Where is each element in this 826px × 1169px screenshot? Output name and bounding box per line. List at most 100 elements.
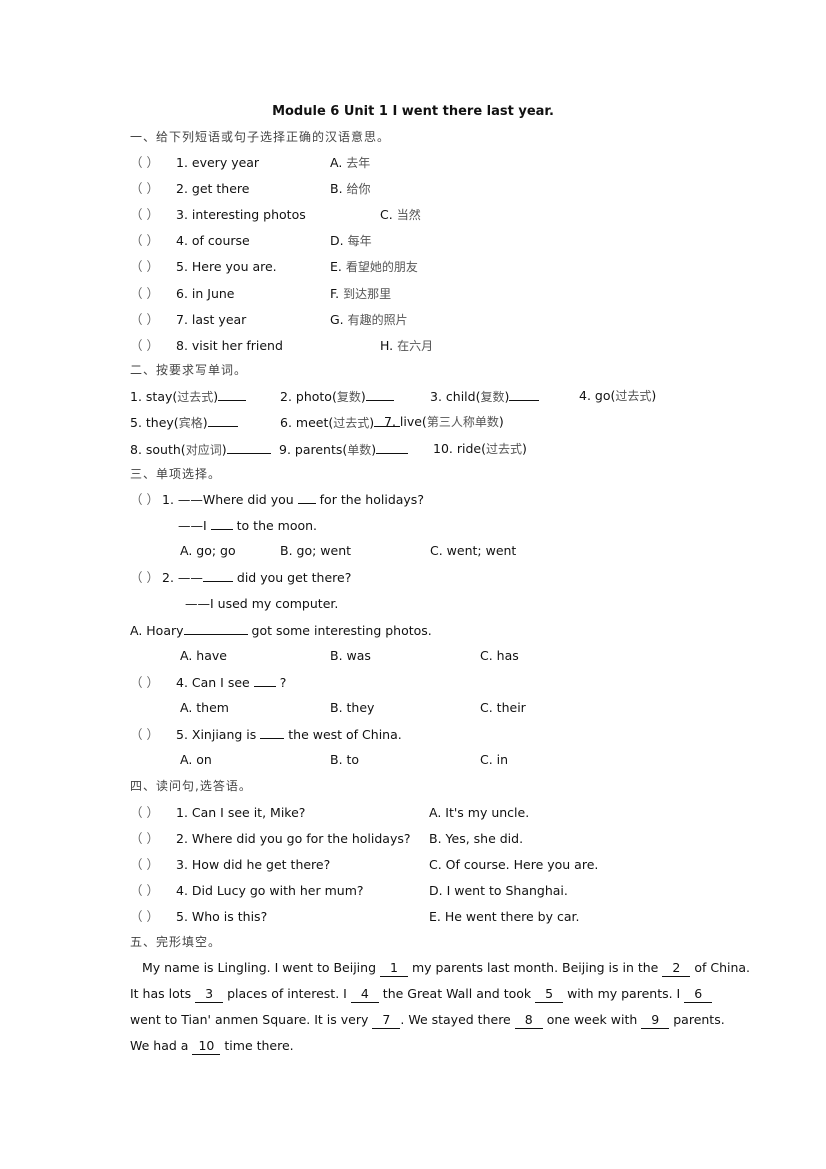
response-text: ——I bbox=[178, 518, 207, 533]
cloze-blank[interactable]: 10 bbox=[192, 1038, 221, 1055]
answer-blank[interactable] bbox=[365, 388, 394, 401]
requirement: 第三人称单数 bbox=[426, 415, 499, 429]
answer-blank[interactable] bbox=[253, 674, 276, 687]
cloze-text: with my parents. I bbox=[563, 986, 685, 1001]
cloze-blank[interactable]: 9 bbox=[641, 1012, 670, 1029]
s3-q5-option-a: A. on bbox=[180, 752, 212, 767]
answer-paren[interactable]: （ ） bbox=[130, 857, 176, 873]
word: 3. child( bbox=[430, 389, 481, 404]
requirement: 复数 bbox=[336, 390, 361, 404]
s2-item-5: 5. they(宾格) bbox=[130, 414, 238, 431]
s1-item-6: （ ） 6. in June bbox=[130, 286, 235, 302]
answer-paren[interactable]: （ ） bbox=[130, 727, 176, 743]
s4-answer-a: A. It's my uncle. bbox=[429, 805, 530, 820]
answer-paren[interactable]: （ ） bbox=[130, 155, 176, 171]
question-text: 2. —— bbox=[162, 570, 203, 585]
answer-paren[interactable]: （ ） bbox=[130, 233, 176, 249]
s3-q4-option-c: C. their bbox=[480, 700, 526, 715]
cloze-line-1: My name is Lingling. I went to Beijing 1… bbox=[142, 960, 750, 977]
s3-q1-response: ——I to the moon. bbox=[178, 517, 317, 534]
answer-paren[interactable]: （ ） bbox=[130, 883, 176, 899]
s1-option-h: H. 在六月 bbox=[380, 338, 433, 354]
close-paren: ) bbox=[498, 414, 504, 429]
s3-q5: （ ） 5. Xinjiang is the west of China. bbox=[130, 726, 402, 743]
s1-option-d: D. 每年 bbox=[330, 233, 372, 249]
cloze-text: one week with bbox=[542, 1012, 642, 1027]
question-text: 5. Who is this? bbox=[176, 909, 268, 924]
requirement: 复数 bbox=[480, 390, 505, 404]
cloze-text: parents. bbox=[669, 1012, 725, 1027]
answer-paren[interactable]: （ ） bbox=[130, 259, 176, 275]
answer-blank[interactable] bbox=[226, 441, 271, 454]
answer-paren[interactable]: （ ） bbox=[130, 675, 176, 691]
s1-option-g: G. 有趣的照片 bbox=[330, 312, 408, 328]
cloze-blank[interactable]: 7 bbox=[372, 1012, 401, 1029]
cloze-blank[interactable]: 5 bbox=[535, 986, 564, 1003]
s1-item-8: （ ） 8. visit her friend bbox=[130, 338, 283, 354]
question-text: got some interesting photos. bbox=[251, 623, 432, 638]
question-text: A. Hoary bbox=[130, 623, 184, 638]
answer-blank[interactable] bbox=[376, 441, 409, 454]
cloze-text: the Great Wall and took bbox=[378, 986, 536, 1001]
answer-paren[interactable]: （ ） bbox=[130, 312, 176, 328]
s4-item-3: （ ） 3. How did he get there? bbox=[130, 857, 330, 873]
s2-item-1: 1. stay(过去式) bbox=[130, 388, 247, 405]
answer-blank[interactable] bbox=[260, 726, 285, 739]
s4-answer-d: D. I went to Shanghai. bbox=[429, 883, 568, 898]
cloze-blank[interactable]: 1 bbox=[380, 960, 408, 977]
cloze-blank[interactable]: 6 bbox=[684, 986, 713, 1003]
question-text: 5. Xinjiang is bbox=[176, 727, 257, 742]
answer-paren[interactable]: （ ） bbox=[130, 805, 176, 821]
cloze-blank[interactable]: 2 bbox=[662, 960, 691, 977]
answer-paren[interactable]: （ ） bbox=[130, 492, 162, 508]
s3-q2: （ ） 2. —— did you get there? bbox=[130, 569, 351, 586]
s2-item-9: 9. parents(单数) bbox=[279, 441, 409, 458]
question-text: 1. ——Where did you bbox=[162, 492, 294, 507]
cloze-blank[interactable]: 3 bbox=[195, 986, 224, 1003]
s1-option-c: C. 当然 bbox=[380, 207, 421, 223]
option-text: 给你 bbox=[346, 182, 371, 196]
answer-paren[interactable]: （ ） bbox=[130, 570, 162, 586]
question-text: 1. Can I see it, Mike? bbox=[176, 805, 306, 820]
answer-paren[interactable]: （ ） bbox=[130, 286, 176, 302]
s1-question: 1. every year bbox=[176, 155, 260, 170]
s3-q1: （ ） 1. ——Where did you for the holidays? bbox=[130, 491, 424, 508]
worksheet-page: Module 6 Unit 1 I went there last year. … bbox=[0, 0, 826, 1169]
answer-blank[interactable] bbox=[207, 414, 238, 427]
cloze-blank[interactable]: 8 bbox=[514, 1012, 543, 1029]
question-text: ? bbox=[279, 675, 287, 690]
answer-paren[interactable]: （ ） bbox=[130, 181, 176, 197]
s4-item-5: （ ） 5. Who is this? bbox=[130, 909, 267, 925]
cloze-text: time there. bbox=[220, 1038, 294, 1053]
answer-blank[interactable] bbox=[210, 517, 233, 530]
question-text: 2. Where did you go for the holidays? bbox=[176, 831, 411, 846]
requirement: 过去式 bbox=[333, 416, 370, 430]
s3-q4: （ ） 4. Can I see ? bbox=[130, 674, 286, 691]
s2-item-3: 3. child(复数) bbox=[430, 388, 540, 405]
cloze-text: . We stayed there bbox=[400, 1012, 515, 1027]
answer-blank[interactable] bbox=[297, 491, 316, 504]
cloze-blank[interactable]: 4 bbox=[350, 986, 379, 1003]
cloze-line-3: went to Tian' anmen Square. It is very 7… bbox=[130, 1012, 725, 1029]
word: 7. live( bbox=[384, 414, 427, 429]
s1-question: 8. visit her friend bbox=[176, 338, 283, 353]
answer-paren[interactable]: （ ） bbox=[130, 909, 176, 925]
s3-q4-option-b: B. they bbox=[330, 700, 375, 715]
answer-paren[interactable]: （ ） bbox=[130, 338, 176, 354]
answer-blank[interactable] bbox=[202, 569, 233, 582]
section-2-heading: 二、按要求写单词。 bbox=[130, 363, 248, 377]
answer-paren[interactable]: （ ） bbox=[130, 831, 176, 847]
section-4-heading: 四、读问句,选答语。 bbox=[130, 779, 252, 793]
cloze-line-4: We had a 10 time there. bbox=[130, 1038, 294, 1055]
answer-blank[interactable] bbox=[218, 388, 247, 401]
answer-paren[interactable]: （ ） bbox=[130, 207, 176, 223]
s1-option-e: E. 看望她的朋友 bbox=[330, 259, 418, 275]
answer-blank[interactable] bbox=[509, 388, 540, 401]
option-text: 看望她的朋友 bbox=[345, 260, 418, 274]
question-text: 4. Did Lucy go with her mum? bbox=[176, 883, 364, 898]
option-letter: C. bbox=[380, 207, 393, 222]
question-text: 4. Can I see bbox=[176, 675, 250, 690]
answer-blank[interactable] bbox=[183, 622, 248, 635]
s1-item-5: （ ） 5. Here you are. bbox=[130, 259, 277, 275]
s3-q5-option-b: B. to bbox=[330, 752, 360, 767]
